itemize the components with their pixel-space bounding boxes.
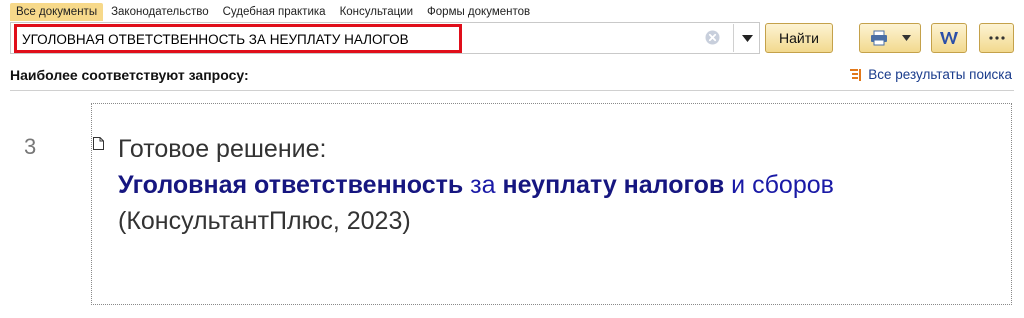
result-title-part: и сборов <box>724 171 834 199</box>
tab-legislation[interactable]: Законодательство <box>105 3 215 21</box>
chevron-down-icon <box>901 35 911 41</box>
word-icon <box>940 32 958 44</box>
result-title-part: за <box>463 171 503 199</box>
clear-icon[interactable] <box>705 30 720 45</box>
tab-all-documents[interactable]: Все документы <box>10 3 104 21</box>
result-source: (КонсультантПлюс, 2023) <box>118 207 411 235</box>
result-title-link[interactable]: Уголовная ответственность за неуплату на… <box>118 167 978 203</box>
tab-consultations[interactable]: Консультации <box>334 3 419 21</box>
find-button[interactable]: Найти <box>765 23 833 53</box>
result-title-part: Уголовная ответственность <box>118 171 464 199</box>
document-icon <box>93 137 104 150</box>
export-word-button[interactable] <box>931 23 967 53</box>
search-tabs: Все документы Законодательство Судебная … <box>10 3 538 21</box>
list-icon <box>850 68 862 81</box>
chevron-down-icon <box>741 34 753 42</box>
result-prefix: Готовое решение: <box>118 135 327 163</box>
more-options-button[interactable] <box>979 23 1014 53</box>
more-icon <box>988 36 1005 40</box>
search-history-dropdown[interactable] <box>733 24 760 52</box>
tab-court-practice[interactable]: Судебная практика <box>217 3 332 21</box>
all-results-label[interactable]: Все результаты поиска <box>868 67 1012 82</box>
result-title-part: неуплату налогов <box>502 171 725 199</box>
search-highlight-frame <box>14 24 462 53</box>
result-text: Готовое решение: Уголовная ответственнос… <box>118 131 978 239</box>
printer-icon <box>870 30 887 46</box>
tab-document-forms[interactable]: Формы документов <box>421 3 536 21</box>
result-rank: 3 <box>24 134 37 159</box>
print-button[interactable] <box>859 23 921 53</box>
divider <box>10 90 1014 91</box>
all-results-link[interactable]: Все результаты поиска <box>850 67 1012 82</box>
results-heading: Наиболее соответствуют запросу: <box>10 67 249 83</box>
